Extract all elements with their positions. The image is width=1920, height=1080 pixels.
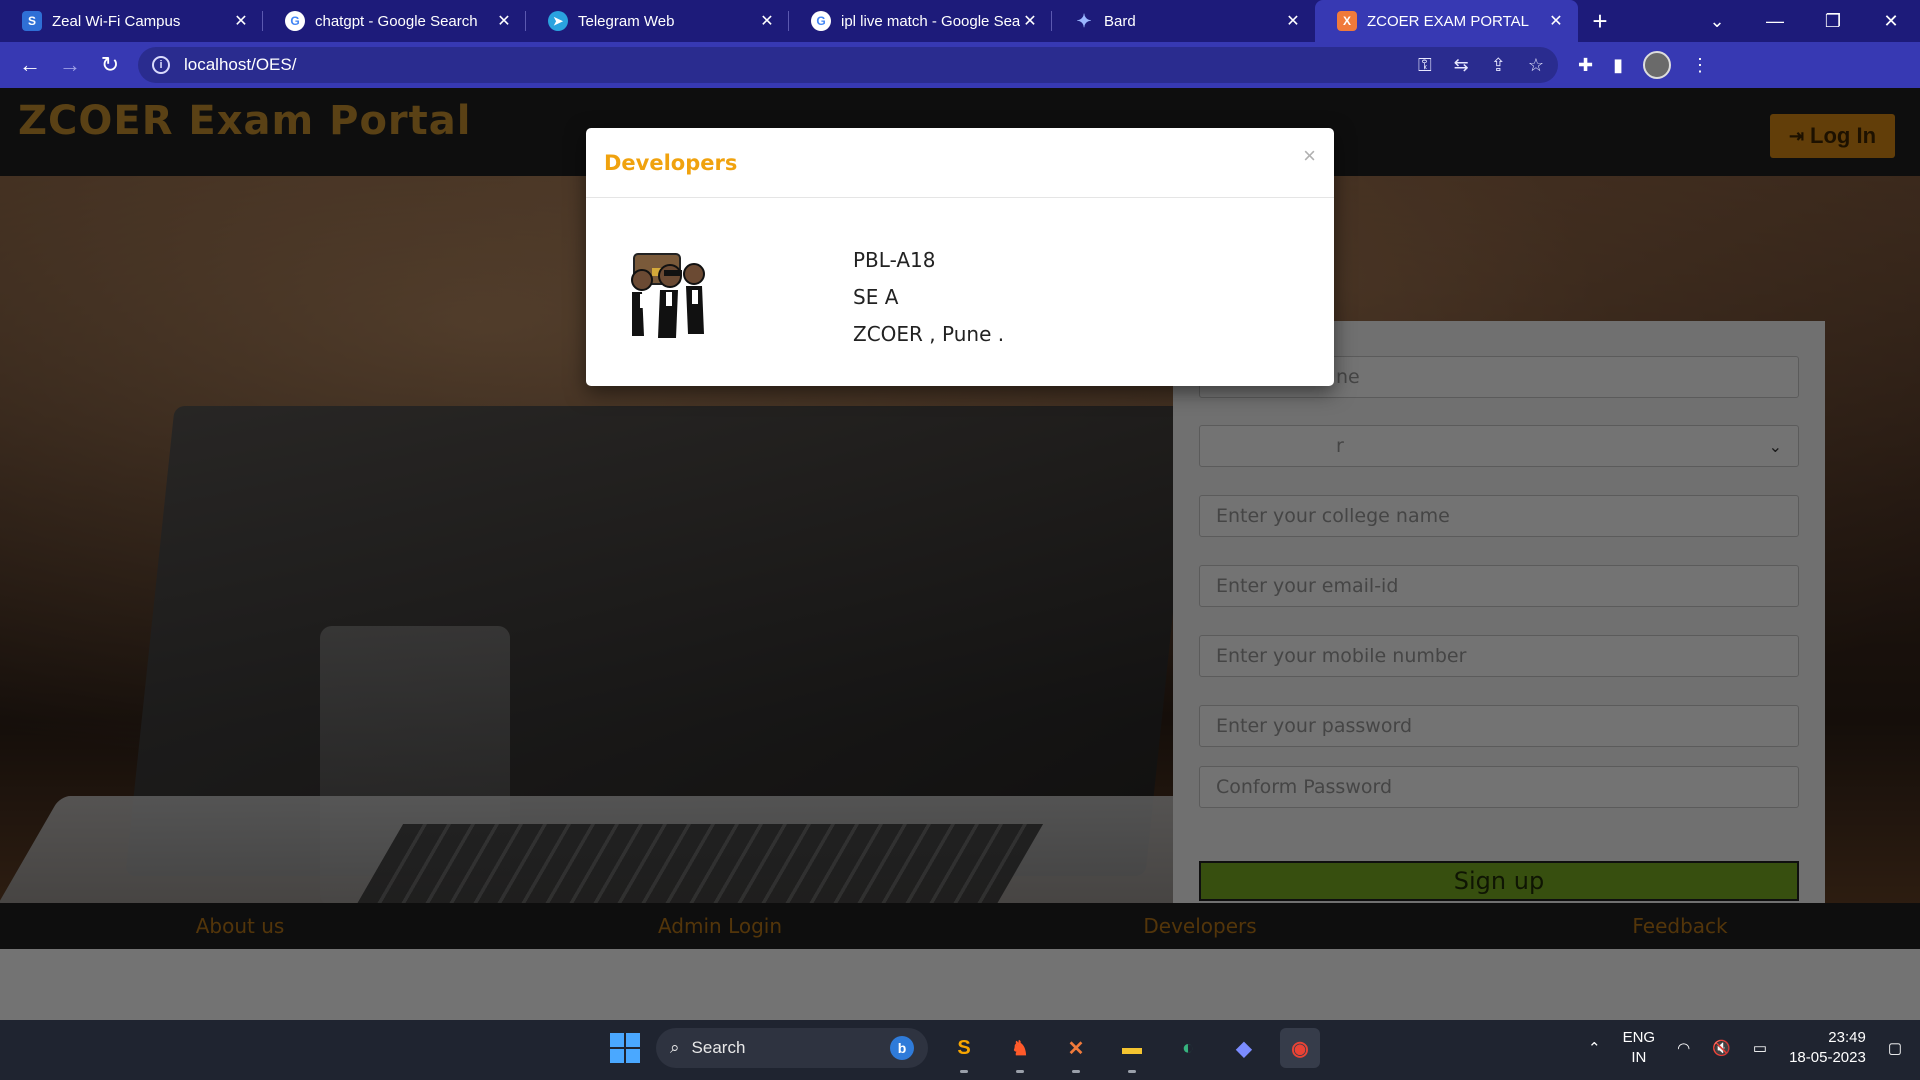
tab-title: chatgpt - Google Search: [315, 12, 478, 30]
profile-avatar[interactable]: [1643, 51, 1671, 79]
developer-info: PBL-A18 SE A ZCOER , Pune .: [853, 242, 1004, 353]
taskbar-search-label: Search: [691, 1038, 746, 1057]
tab-ipl-search[interactable]: G ipl live match - Google Sear ✕: [789, 0, 1052, 42]
tab-title: Zeal Wi-Fi Campus: [52, 12, 181, 30]
clock-time: 23:49: [1828, 1029, 1866, 1046]
tab-search-icon[interactable]: ⌄: [1688, 11, 1746, 32]
bing-icon[interactable]: b: [890, 1036, 914, 1060]
windows-start-icon[interactable]: [610, 1033, 640, 1063]
address-bar[interactable]: i localhost/OES/ ⚿ ⇆ ⇪ ☆: [138, 47, 1558, 83]
chrome-icon[interactable]: ◉: [1280, 1028, 1320, 1068]
tab-title: Telegram Web: [578, 12, 675, 30]
taskbar-center: ⌕ Search b S ♞ ✕ ▬ ◐ ◆ ◉: [610, 1028, 1320, 1073]
tab-telegram[interactable]: ➤ Telegram Web ✕: [526, 0, 789, 42]
window-close-icon[interactable]: ✕: [1862, 11, 1920, 32]
web-page: ZCOER Exam Portal ⇥ Log In ne r ⌄ Enter …: [0, 88, 1920, 1020]
tab-title: Bard: [1104, 12, 1136, 30]
brave-browser-icon[interactable]: ♞: [1000, 1028, 1040, 1073]
copilot-icon[interactable]: ◆: [1224, 1028, 1264, 1068]
close-icon[interactable]: ✕: [1020, 11, 1040, 31]
google-favicon-icon: G: [811, 11, 831, 31]
modal-body: PBL-A18 SE A ZCOER , Pune .: [586, 198, 1334, 386]
lang-top: ENG: [1622, 1029, 1656, 1046]
side-panel-icon[interactable]: ▮: [1613, 55, 1623, 76]
back-arrow-icon[interactable]: ←: [10, 48, 50, 82]
bard-favicon-icon: ✦: [1076, 10, 1092, 31]
developer-line-college: ZCOER , Pune .: [853, 322, 1005, 346]
url-text[interactable]: localhost/OES/: [184, 55, 296, 75]
tab-zcoer-exam-portal[interactable]: X ZCOER EXAM PORTAL ✕: [1315, 0, 1578, 42]
modal-close-icon[interactable]: ×: [1303, 143, 1316, 169]
clock-date: 18-05-2023: [1789, 1049, 1866, 1066]
modal-title: Developers: [604, 150, 738, 175]
password-key-icon[interactable]: ⚿: [1418, 55, 1432, 76]
volume-muted-icon[interactable]: 🔇: [1712, 1039, 1731, 1057]
close-icon[interactable]: ✕: [1546, 11, 1566, 31]
developers-modal: Developers × PBL-A18 SE A ZCOER , Pune .: [586, 128, 1334, 386]
translate-icon[interactable]: ⇆: [1454, 55, 1469, 76]
tab-title: ipl live match - Google Sear: [841, 12, 1020, 30]
xampp-favicon-icon: X: [1337, 11, 1357, 31]
new-tab-button[interactable]: +: [1578, 0, 1622, 42]
developer-line-class: SE A: [853, 285, 899, 309]
battery-icon[interactable]: ▭: [1753, 1039, 1767, 1057]
tab-chatgpt-search[interactable]: G chatgpt - Google Search ✕: [263, 0, 526, 42]
extension-area: ✚ ▮ ⋮: [1578, 51, 1709, 79]
wifi-icon[interactable]: ◠: [1677, 1039, 1690, 1057]
google-favicon-icon: G: [285, 11, 305, 31]
tab-title: ZCOER EXAM PORTAL: [1367, 12, 1529, 30]
close-icon[interactable]: ✕: [231, 11, 251, 31]
telegram-favicon-icon: ➤: [548, 11, 568, 31]
bookmark-star-icon[interactable]: ☆: [1528, 55, 1544, 76]
system-tray: ⌃ ENG IN ◠ 🔇 ▭ 23:49 18-05-2023 ▢: [1588, 1028, 1902, 1068]
search-icon: ⌕: [670, 1038, 680, 1057]
minimize-icon[interactable]: —: [1746, 11, 1804, 32]
extensions-puzzle-icon[interactable]: ✚: [1578, 55, 1593, 76]
coffin-dance-image: [631, 253, 705, 338]
notification-icon[interactable]: ▢: [1888, 1039, 1902, 1057]
zeal-favicon-icon: S: [22, 11, 42, 31]
restore-icon[interactable]: ❐: [1804, 11, 1862, 32]
file-explorer-icon[interactable]: ▬: [1112, 1028, 1152, 1073]
sublime-text-icon[interactable]: S: [944, 1028, 984, 1073]
xampp-icon[interactable]: ✕: [1056, 1028, 1096, 1073]
windows-taskbar: ⌕ Search b S ♞ ✕ ▬ ◐ ◆ ◉ ⌃ ENG IN ◠ 🔇 ▭ …: [0, 1020, 1920, 1080]
forward-arrow-icon[interactable]: →: [50, 48, 90, 82]
browser-toolbar: ← → ↻ i localhost/OES/ ⚿ ⇆ ⇪ ☆ ✚ ▮ ⋮: [0, 42, 1920, 88]
tab-zeal-wifi[interactable]: S Zeal Wi-Fi Campus ✕: [0, 0, 263, 42]
tab-bard[interactable]: ✦ Bard ✕: [1052, 0, 1315, 42]
omnibox-actions: ⚿ ⇆ ⇪ ☆: [1418, 55, 1544, 76]
reload-icon[interactable]: ↻: [90, 48, 130, 82]
modal-header: Developers ×: [586, 128, 1334, 198]
close-icon[interactable]: ✕: [494, 11, 514, 31]
lang-bottom: IN: [1631, 1049, 1647, 1066]
close-icon[interactable]: ✕: [757, 11, 777, 31]
window-controls: ⌄ — ❐ ✕: [1688, 0, 1920, 42]
taskbar-search[interactable]: ⌕ Search b: [656, 1028, 928, 1068]
close-icon[interactable]: ✕: [1283, 11, 1303, 31]
chevron-up-icon[interactable]: ⌃: [1588, 1039, 1601, 1057]
browser-tab-strip: S Zeal Wi-Fi Campus ✕ G chatgpt - Google…: [0, 0, 1920, 42]
share-icon[interactable]: ⇪: [1491, 55, 1506, 76]
developer-line-group: PBL-A18: [853, 248, 936, 272]
language-indicator[interactable]: ENG IN: [1623, 1028, 1656, 1068]
menu-kebab-icon[interactable]: ⋮: [1691, 55, 1709, 76]
edge-browser-icon[interactable]: ◐: [1168, 1028, 1208, 1068]
site-info-icon[interactable]: i: [152, 56, 170, 74]
clock[interactable]: 23:49 18-05-2023: [1789, 1028, 1866, 1068]
